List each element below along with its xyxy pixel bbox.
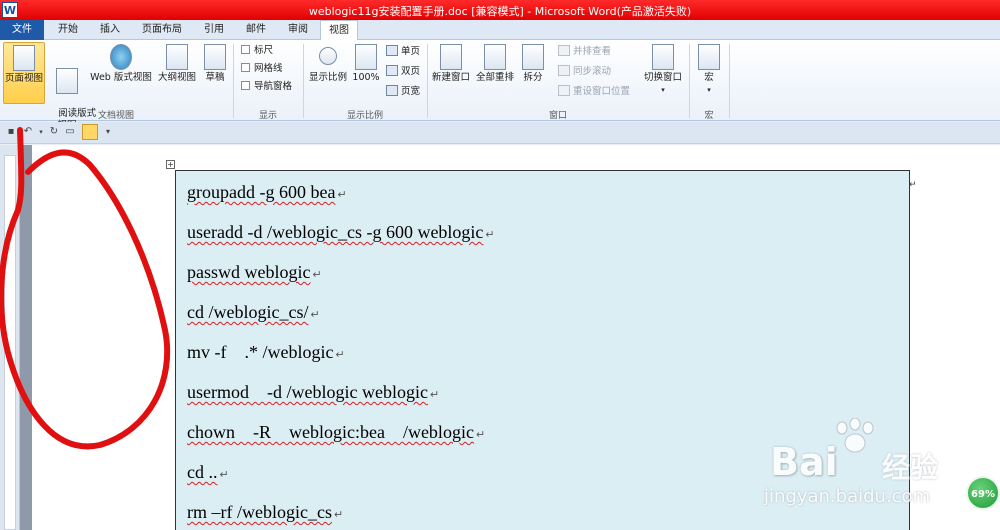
paragraph-mark-icon: ↵	[485, 229, 495, 241]
group-label-document-views: 文档视图	[97, 111, 134, 121]
group-separator	[303, 44, 304, 118]
outline-icon	[166, 44, 188, 70]
paragraph-mark-icon: ↵	[335, 349, 345, 361]
arrange-all-icon	[484, 44, 506, 70]
group-separator	[427, 44, 428, 118]
code-line[interactable]: passwd weblogic ↵	[187, 262, 322, 283]
table-move-handle-icon[interactable]: +	[166, 160, 175, 169]
ruler-track	[4, 155, 16, 530]
group-separator	[689, 44, 690, 118]
group-label-zoom: 显示比例	[346, 111, 383, 121]
reset-window-position-button[interactable]: 重设窗口位置	[558, 84, 630, 100]
two-pages-icon	[386, 65, 398, 76]
tab-page-layout[interactable]: 页面布局	[134, 20, 190, 40]
macros-button[interactable]: 宏 ▾	[694, 42, 724, 104]
group-label-window: 窗口	[548, 111, 567, 121]
group-separator	[729, 44, 730, 118]
quick-access-toolbar: ▪ ↶ ▾ ↻ ▭ ▾	[0, 122, 1000, 144]
paragraph-mark-icon: ↵	[312, 269, 322, 281]
paragraph-mark-icon: ↵	[429, 389, 440, 401]
web-layout-button[interactable]: Web 版式视图	[88, 42, 154, 104]
code-line[interactable]: groupadd -g 600 bea ↵	[187, 182, 347, 203]
zoom-button[interactable]: 显示比例	[307, 42, 349, 104]
paragraph-mark-icon: ↵	[337, 189, 347, 201]
switch-windows-button[interactable]: 切换窗口 ▾	[640, 42, 686, 104]
group-label-macros: 宏	[704, 111, 714, 121]
page-width-button[interactable]: 页宽	[386, 84, 420, 100]
tab-view[interactable]: 视图	[320, 20, 358, 41]
outline-button[interactable]: 大纲视图	[155, 42, 199, 104]
checkbox-icon	[241, 63, 250, 72]
side-by-side-icon	[558, 45, 570, 56]
code-line[interactable]: rm –rf /weblogic_cs ↵	[187, 502, 343, 523]
ruler-checkbox[interactable]: 标尺	[241, 44, 273, 58]
tab-home[interactable]: 开始	[48, 20, 88, 40]
new-window-icon	[440, 44, 462, 70]
ribbon-view: 页面视图 阅读版式 视图 Web 版式视图 大纲视图 草稿 文档视图 标尺 网格…	[0, 40, 1000, 131]
code-line[interactable]: mv -f .* /weblogic ↵	[187, 342, 345, 363]
chevron-down-icon: ▾	[707, 86, 711, 94]
two-pages-button[interactable]: 双页	[386, 64, 420, 80]
undo-icon[interactable]: ↶	[22, 126, 34, 138]
gridlines-checkbox[interactable]: 网格线	[241, 62, 283, 76]
magnifier-icon	[319, 47, 337, 65]
chevron-down-icon: ▾	[661, 86, 665, 94]
navigation-pane-checkbox[interactable]: 导航窗格	[241, 80, 292, 94]
full-screen-reading-button[interactable]: 阅读版式 视图	[46, 42, 96, 131]
code-line[interactable]: chown -R weblogic:bea /weblogic ↵	[187, 422, 485, 443]
title-bar: W weblogic11g安装配置手册.doc [兼容模式] - Microso…	[0, 0, 1000, 20]
draft-icon	[204, 44, 226, 70]
group-separator	[233, 44, 234, 118]
draft-button[interactable]: 草稿	[200, 42, 230, 104]
window-title: weblogic11g安装配置手册.doc [兼容模式] - Microsoft…	[308, 5, 692, 18]
zoom-percentage-badge[interactable]: 69%	[966, 476, 1000, 510]
view-side-by-side-button[interactable]: 并排查看	[558, 44, 611, 60]
new-window-button[interactable]: 新建窗口	[430, 42, 472, 104]
end-of-row-mark-icon: ↵	[909, 180, 917, 190]
reading-layout-icon	[56, 68, 78, 94]
sync-scroll-icon	[558, 65, 570, 76]
vertical-ruler[interactable]	[0, 145, 20, 530]
arrange-all-button[interactable]: 全部重排	[474, 42, 516, 104]
zoom-100-button[interactable]: 100%	[351, 42, 381, 104]
synchronous-scrolling-button[interactable]: 同步滚动	[558, 64, 611, 80]
split-button[interactable]: 拆分	[518, 42, 548, 104]
code-line[interactable]: usermod -d /weblogic weblogic ↵	[187, 382, 439, 403]
group-label-show: 显示	[258, 111, 277, 121]
open-folder-icon[interactable]: ▭	[64, 126, 76, 138]
one-page-icon	[386, 45, 398, 56]
checkbox-icon	[241, 81, 250, 90]
web-layout-icon	[110, 44, 132, 70]
paragraph-mark-icon: ↵	[475, 429, 486, 441]
code-line[interactable]: useradd -d /weblogic_cs -g 600 weblogic ↵	[187, 222, 495, 243]
customize-toolbar-icon[interactable]: ▾	[102, 126, 114, 138]
paragraph-mark-icon: ↵	[333, 509, 344, 521]
chevron-down-icon[interactable]: ▾	[35, 126, 47, 138]
page-100-icon	[355, 44, 377, 70]
redo-icon[interactable]: ↻	[48, 126, 60, 138]
split-icon	[522, 44, 544, 70]
code-line[interactable]: cd /weblogic_cs/↵	[187, 302, 320, 323]
print-layout-icon[interactable]	[82, 124, 98, 140]
print-layout-icon	[13, 45, 35, 71]
tab-review[interactable]: 审阅	[278, 20, 318, 40]
checkbox-icon	[241, 45, 250, 54]
paragraph-mark-icon: ↵	[219, 469, 229, 481]
paragraph-mark-icon: ↵	[310, 309, 320, 321]
tab-mailings[interactable]: 邮件	[236, 20, 276, 40]
tab-file[interactable]: 文件	[0, 20, 44, 40]
tab-references[interactable]: 引用	[194, 20, 234, 40]
page-margin-shadow	[20, 145, 32, 530]
save-icon[interactable]: ▪	[5, 126, 17, 138]
one-page-button[interactable]: 单页	[386, 44, 420, 60]
ribbon-tabs: 文件 开始 插入 页面布局 引用 邮件 审阅 视图	[0, 20, 1000, 41]
code-line[interactable]: cd .. ↵	[187, 462, 229, 483]
tab-insert[interactable]: 插入	[90, 20, 130, 40]
macros-icon	[698, 44, 720, 70]
page-width-icon	[386, 85, 398, 96]
reset-position-icon	[558, 85, 570, 96]
print-layout-button[interactable]: 页面视图	[3, 42, 45, 104]
switch-windows-icon	[652, 44, 674, 70]
